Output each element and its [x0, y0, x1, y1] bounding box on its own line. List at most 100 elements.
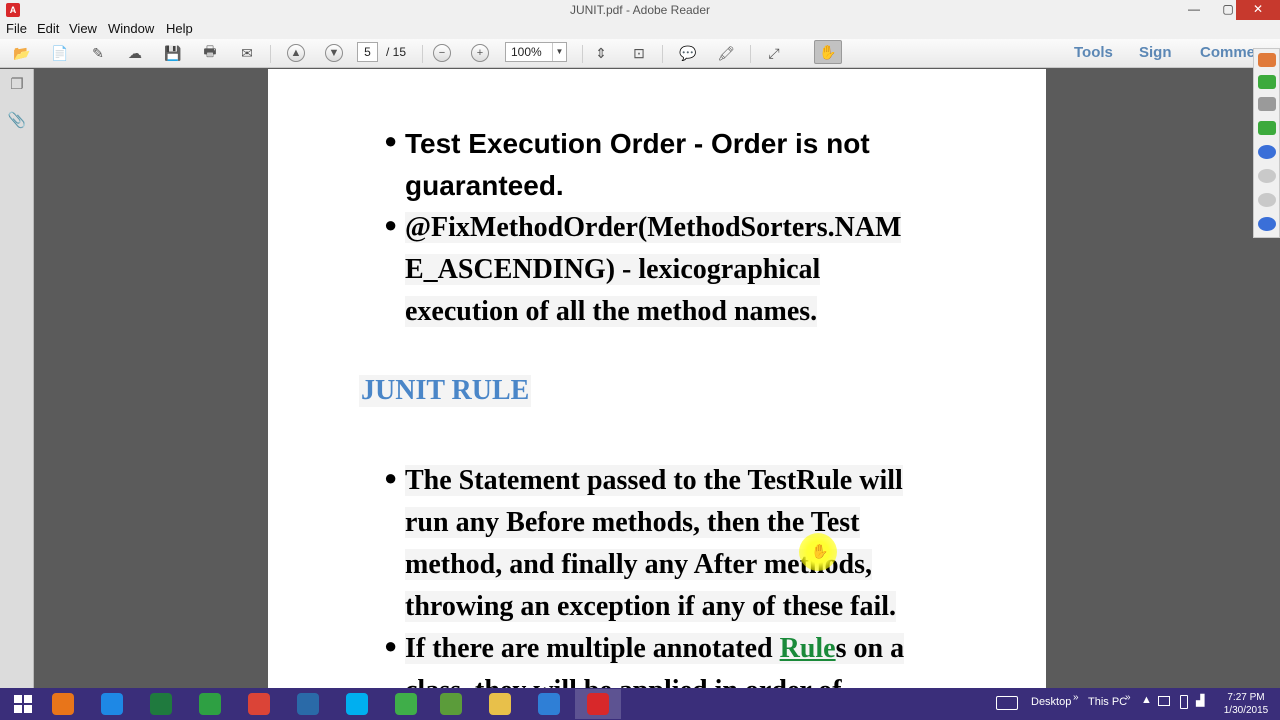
highlighted-text: run any Before methods, then the Test — [405, 507, 860, 538]
green-app-icon — [199, 693, 221, 715]
title-bar: A JUNIT.pdf - Adobe Reader — ▢ ✕ — [0, 0, 1280, 20]
toolbar-divider — [662, 45, 663, 63]
previous-page-icon[interactable]: ▲ — [287, 44, 305, 62]
toolbar-divider — [270, 45, 271, 63]
fit-page-icon[interactable]: ⇕ — [591, 43, 611, 63]
edit-icon[interactable]: ✎ — [88, 43, 108, 63]
text-line: The Statement passed to the TestRule wil… — [405, 460, 903, 502]
comment-pane-button[interactable]: Comme — [1200, 44, 1255, 61]
zoom-in-icon[interactable]: + — [471, 44, 489, 62]
taskbar-app-skype[interactable] — [334, 689, 380, 719]
full-screen-icon[interactable]: ⤢ — [764, 43, 784, 63]
folder-icon — [489, 693, 511, 715]
section-heading: JUNIT RULE — [359, 375, 532, 407]
pdf-page: ● Test Execution Order - Order is not gu… — [268, 69, 1046, 689]
text-line: guaranteed. — [405, 170, 564, 201]
text-line: If there are multiple annotated Rules on… — [405, 628, 905, 670]
green-app-2-icon — [395, 693, 417, 715]
page-thumbnails-icon[interactable]: ❐ — [7, 75, 27, 95]
taskbar-app-green-app[interactable] — [187, 689, 233, 719]
keyboard-icon[interactable] — [996, 696, 1018, 710]
comment-icon[interactable]: 💬 — [678, 43, 698, 63]
next-page-icon[interactable]: ▼ — [325, 44, 343, 62]
system-clock[interactable]: 7:27 PM 1/30/2015 — [1218, 691, 1274, 717]
bullet: ● — [384, 128, 398, 153]
taskbar-app-vs[interactable] — [285, 689, 331, 719]
open-file-icon[interactable]: 📂 — [12, 43, 32, 63]
menu-file[interactable]: File — [6, 21, 27, 36]
create-pdf-icon[interactable]: 📄 — [50, 43, 70, 63]
text-line: class, they will be applied in order of — [405, 670, 842, 689]
record-icon[interactable] — [1258, 193, 1276, 207]
tools-pane-button[interactable]: Tools — [1074, 44, 1113, 61]
taskbar-app-firefox[interactable] — [40, 689, 86, 719]
taskbar-app-adobe-reader[interactable] — [575, 689, 621, 719]
camera-icon[interactable] — [1258, 97, 1276, 111]
display-icon[interactable] — [1158, 696, 1170, 706]
document-viewport[interactable]: ● Test Execution Order - Order is not gu… — [35, 69, 1253, 689]
chevron-down-icon[interactable]: ▼ — [552, 43, 566, 61]
back-arrow-icon[interactable] — [1258, 53, 1276, 67]
screen-icon[interactable] — [1258, 121, 1276, 135]
vs-app-icon — [297, 693, 319, 715]
windows-logo-icon — [14, 695, 32, 713]
chevron-right-icon[interactable]: » — [1073, 692, 1079, 703]
close-button[interactable]: ✕ — [1236, 0, 1280, 20]
print-icon[interactable]: 🖶 — [200, 43, 220, 63]
page-total: / 15 — [386, 45, 407, 59]
text-line: run any Before methods, then the Test — [405, 502, 860, 544]
minimize-button[interactable]: — — [1180, 0, 1208, 20]
excel-icon — [150, 693, 172, 715]
hand-cursor-icon: ✋ — [811, 543, 829, 559]
taskbar-app-image[interactable] — [428, 689, 474, 719]
firefox-icon — [52, 693, 74, 715]
taskbar-app-internet-explorer[interactable] — [89, 689, 135, 719]
fit-width-icon[interactable]: ⊡ — [629, 43, 649, 63]
highlight-icon[interactable]: 🖍 — [716, 43, 736, 63]
network-signal-icon[interactable]: ▟ — [1196, 694, 1204, 707]
taskbar-app-excel[interactable] — [138, 689, 184, 719]
email-icon[interactable]: ✉ — [237, 43, 257, 63]
text-fragment: If there are multiple annotated — [405, 633, 780, 664]
hand-tool-icon[interactable]: ✋ — [814, 40, 842, 64]
internet-explorer-icon — [101, 693, 123, 715]
show-hidden-icons-icon[interactable]: ▲ — [1141, 694, 1152, 706]
taskbar: Desktop » This PC » ▲ ▟ 7:27 PM 1/30/201… — [0, 688, 1280, 720]
zoom-out-icon[interactable]: − — [433, 44, 451, 62]
zoom-value: 100% — [511, 45, 542, 59]
this-pc-toolbar[interactable]: This PC — [1088, 696, 1127, 708]
pen-icon[interactable] — [1258, 217, 1276, 231]
text-line: execution of all the method names. — [405, 291, 818, 333]
chevron-right-icon[interactable]: » — [1125, 692, 1131, 703]
pause-icon[interactable] — [1258, 145, 1276, 159]
mic-icon[interactable] — [1258, 75, 1276, 89]
menu-edit[interactable]: Edit — [37, 21, 59, 36]
desktop-toolbar[interactable]: Desktop — [1031, 696, 1071, 708]
taskbar-app-chrome[interactable] — [236, 689, 282, 719]
rule-link[interactable]: Rule — [780, 633, 836, 664]
text-line: @FixMethodOrder(MethodSorters.NAM — [405, 207, 902, 249]
menu-help[interactable]: Help — [166, 21, 193, 36]
save-icon[interactable]: 💾 — [163, 43, 183, 63]
highlighted-text: @FixMethodOrder(MethodSorters.NAM — [405, 212, 902, 243]
attachments-icon[interactable]: 📎 — [7, 111, 27, 131]
highlighted-text: throwing an exception if any of these fa… — [405, 591, 897, 622]
bullet: ● — [384, 212, 398, 237]
menu-view[interactable]: View — [69, 21, 97, 36]
text-line: throwing an exception if any of these fa… — [405, 586, 897, 628]
taskbar-app-green-app-2[interactable] — [383, 689, 429, 719]
menu-bar: File Edit View Window Help — [0, 20, 1280, 39]
bullet: ● — [384, 633, 398, 658]
highlighted-text: E_ASCENDING) - lexicographical — [405, 254, 821, 285]
navigation-pane: ❐ 📎 — [0, 69, 34, 689]
zoom-select[interactable]: 100% ▼ — [505, 42, 567, 62]
cloud-upload-icon[interactable]: ☁ — [125, 43, 145, 63]
sign-pane-button[interactable]: Sign — [1139, 44, 1172, 61]
taskbar-app-file-explorer[interactable] — [477, 689, 523, 719]
stop-icon[interactable] — [1258, 169, 1276, 183]
toolbar-divider — [750, 45, 751, 63]
page-number-input[interactable]: 5 — [357, 42, 378, 62]
taskbar-app-snowflake[interactable] — [526, 689, 572, 719]
battery-icon[interactable] — [1180, 695, 1188, 709]
menu-window[interactable]: Window — [108, 21, 154, 36]
